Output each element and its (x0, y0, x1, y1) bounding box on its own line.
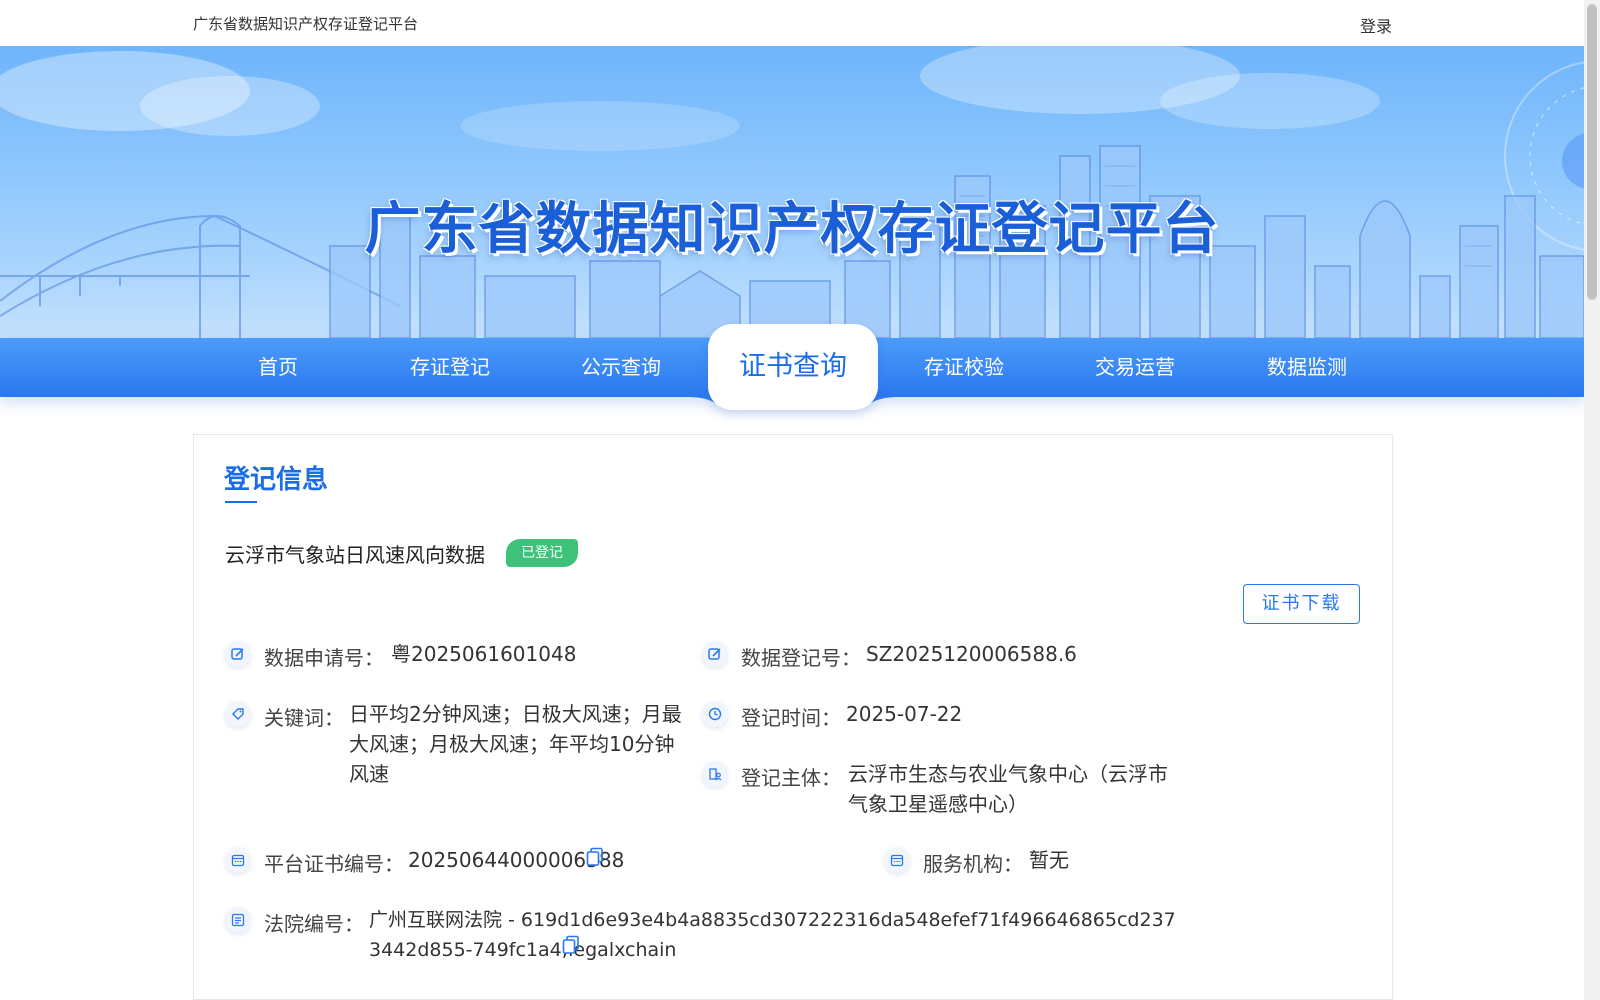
nav-item-verification[interactable]: 存证校验 (889, 338, 1039, 397)
calendar-icon (884, 847, 910, 873)
keywords-value: 日平均2分钟风速；日极大风速；月最大风速；月极大风速；年平均10分钟风速 (349, 702, 682, 786)
court-no-value: 广州互联网法院 - 619d1d6e93e4b4a8835cd307222316… (369, 909, 1176, 961)
cert-no-label: 平台证书编号： (264, 852, 404, 876)
register-no-value: SZ2025120006588.6 (866, 642, 1077, 666)
top-bar: 广东省数据知识产权存证登记平台 登录 (0, 0, 1584, 46)
apply-no-value: 粤2025061601048 (391, 642, 577, 666)
apply-no-label: 数据申请号： (264, 646, 384, 670)
calendar-icon (225, 847, 251, 873)
registration-info-card: 登记信息 云浮市气象站日风速风向数据 已登记 证书下载 数据申请号： 粤2025… (193, 434, 1393, 1000)
copy-icon[interactable] (562, 935, 580, 955)
list-icon (225, 907, 251, 933)
nav-item-public-query[interactable]: 公示查询 (546, 338, 696, 397)
tag-icon (225, 701, 251, 727)
banner-title: 广东省数据知识产权存证登记平台 (364, 197, 1220, 262)
register-time-value: 2025-07-22 (846, 702, 963, 726)
edit-icon (702, 641, 728, 667)
register-subject-value: 云浮市生态与农业气象中心（云浮市气象卫星遥感中心） (848, 762, 1168, 816)
hero-banner: 广东省数据知识产权存证登记平台 (0, 46, 1584, 338)
status-badge: 已登记 (506, 539, 578, 567)
nav-item-trade-operation[interactable]: 交易运营 (1060, 338, 1210, 397)
login-link[interactable]: 登录 (1360, 13, 1392, 37)
nav-item-data-monitoring[interactable]: 数据监测 (1232, 338, 1382, 397)
register-time-label: 登记时间： (741, 706, 841, 730)
service-org-value: 暂无 (1029, 848, 1069, 872)
section-title: 登记信息 (224, 465, 329, 495)
nav-item-registration[interactable]: 存证登记 (375, 338, 525, 397)
service-org-label: 服务机构： (923, 852, 1023, 876)
edit-icon (225, 641, 251, 667)
site-name: 广东省数据知识产权存证登记平台 (193, 15, 419, 33)
building-user-icon (702, 761, 728, 787)
keywords-label: 关键词： (264, 706, 344, 730)
main-nav: 首页 存证登记 公示查询 证书查询 存证校验 交易运营 数据监测 (0, 324, 1584, 410)
nav-item-certificate-query[interactable]: 证书查询 (708, 324, 878, 410)
copy-icon[interactable] (586, 847, 604, 867)
scrollbar-thumb[interactable] (1587, 4, 1597, 300)
download-certificate-button[interactable]: 证书下载 (1243, 584, 1360, 624)
record-name: 云浮市气象站日风速风向数据 (225, 543, 485, 567)
court-no-label: 法院编号： (264, 912, 364, 936)
nav-item-home[interactable]: 首页 (203, 338, 353, 397)
register-no-label: 数据登记号： (741, 646, 861, 670)
register-subject-label: 登记主体： (741, 766, 841, 790)
section-underline (225, 501, 257, 503)
clock-icon (702, 701, 728, 727)
page-scrollbar[interactable] (1584, 0, 1600, 1000)
